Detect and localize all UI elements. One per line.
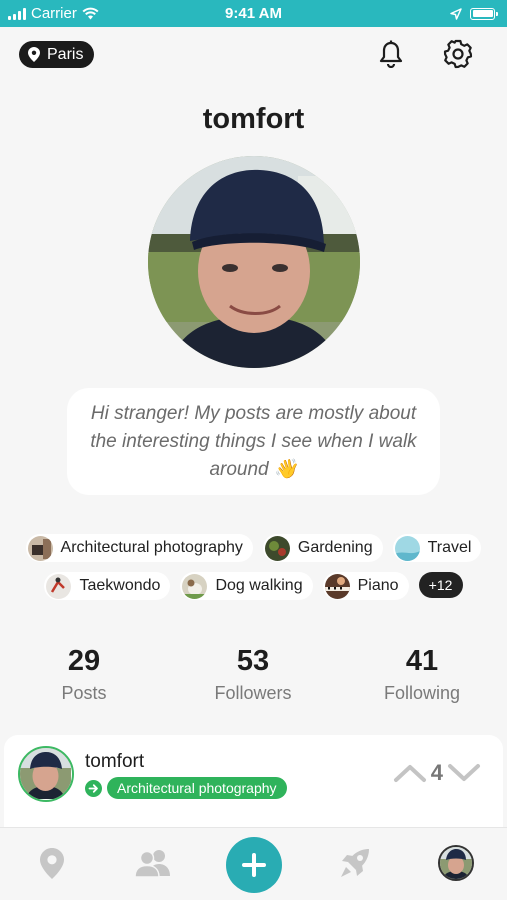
status-bar: Carrier 9:41 AM (0, 0, 507, 27)
vote-count: 4 (430, 760, 443, 785)
interest-tag[interactable]: Gardening (262, 534, 383, 562)
interests-row: Architectural photography Gardening Trav… (0, 534, 507, 562)
interest-thumbnail (264, 535, 290, 561)
interest-label: Architectural photography (60, 539, 243, 556)
interests-row: Taekwondo Dog walking Piano +12 (0, 572, 507, 600)
downvote-icon[interactable] (447, 762, 481, 784)
tab-map[interactable] (27, 838, 77, 888)
avatar (438, 845, 474, 881)
stat-value: 53 (236, 645, 270, 677)
location-pin-icon (28, 47, 40, 62)
interest-tag[interactable]: Piano (322, 572, 409, 600)
carrier-label: Carrier (31, 5, 77, 22)
interest-thumbnail (394, 535, 420, 561)
stat-posts[interactable]: 29 Posts (14, 645, 154, 704)
bell-icon (379, 40, 403, 68)
more-interests-badge[interactable]: +12 (418, 572, 463, 598)
location-label: Paris (47, 45, 84, 63)
post-interest-tag[interactable]: Architectural photography (85, 777, 287, 799)
vote-control: 4 (393, 760, 481, 786)
tab-explore[interactable] (330, 838, 380, 888)
post-username[interactable]: tomfort (85, 751, 144, 773)
stat-following[interactable]: 41 Following (352, 645, 492, 704)
bio-card: Hi stranger! My posts are mostly about t… (67, 388, 440, 495)
stat-value: 29 (67, 645, 101, 677)
post-tag-label: Architectural photography (107, 777, 287, 799)
interest-tag[interactable]: Travel (392, 534, 482, 562)
interest-thumbnail (46, 573, 72, 599)
stat-label: Posts (61, 683, 107, 703)
interest-label: Piano (357, 577, 399, 594)
wifi-icon (82, 7, 99, 20)
signal-icon (8, 7, 26, 20)
arrow-right-icon (85, 779, 102, 797)
settings-button[interactable] (442, 38, 474, 70)
tab-people[interactable] (128, 838, 178, 888)
stat-followers[interactable]: 53 Followers (183, 645, 323, 704)
profile-username: tomfort (202, 103, 305, 135)
plus-icon (242, 853, 266, 877)
profile-avatar (148, 156, 360, 368)
post-avatar[interactable] (18, 746, 74, 802)
add-post-button[interactable] (226, 837, 282, 893)
tab-profile[interactable] (431, 838, 481, 888)
status-bar-right (450, 7, 498, 20)
battery-icon (470, 7, 498, 20)
rocket-icon (341, 849, 369, 877)
people-icon (134, 850, 170, 877)
stat-value: 41 (405, 645, 439, 677)
notifications-button[interactable] (375, 38, 407, 70)
interest-label: Gardening (297, 539, 373, 556)
interest-tag[interactable]: Taekwondo (44, 572, 171, 600)
stat-label: Followers (214, 683, 292, 703)
upvote-icon[interactable] (393, 762, 427, 784)
interest-label: Taekwondo (79, 577, 161, 594)
interest-thumbnail (182, 573, 208, 599)
post-card[interactable]: tomfort Architectural photography 4 (4, 735, 503, 827)
location-arrow-icon (450, 7, 462, 20)
interest-tag[interactable]: Architectural photography (25, 534, 253, 562)
interest-label: Dog walking (215, 577, 303, 594)
bio-text: Hi stranger! My posts are mostly about t… (90, 402, 417, 480)
tab-bar (0, 827, 507, 900)
status-bar-left: Carrier (8, 5, 99, 22)
interest-thumbnail (324, 573, 350, 599)
interest-thumbnail (27, 535, 53, 561)
location-pill[interactable]: Paris (19, 41, 95, 68)
location-pin-icon (40, 847, 64, 879)
gear-icon (443, 39, 473, 69)
interest-label: Travel (427, 539, 472, 556)
interest-tag[interactable]: Dog walking (180, 572, 313, 600)
stat-label: Following (383, 683, 461, 703)
